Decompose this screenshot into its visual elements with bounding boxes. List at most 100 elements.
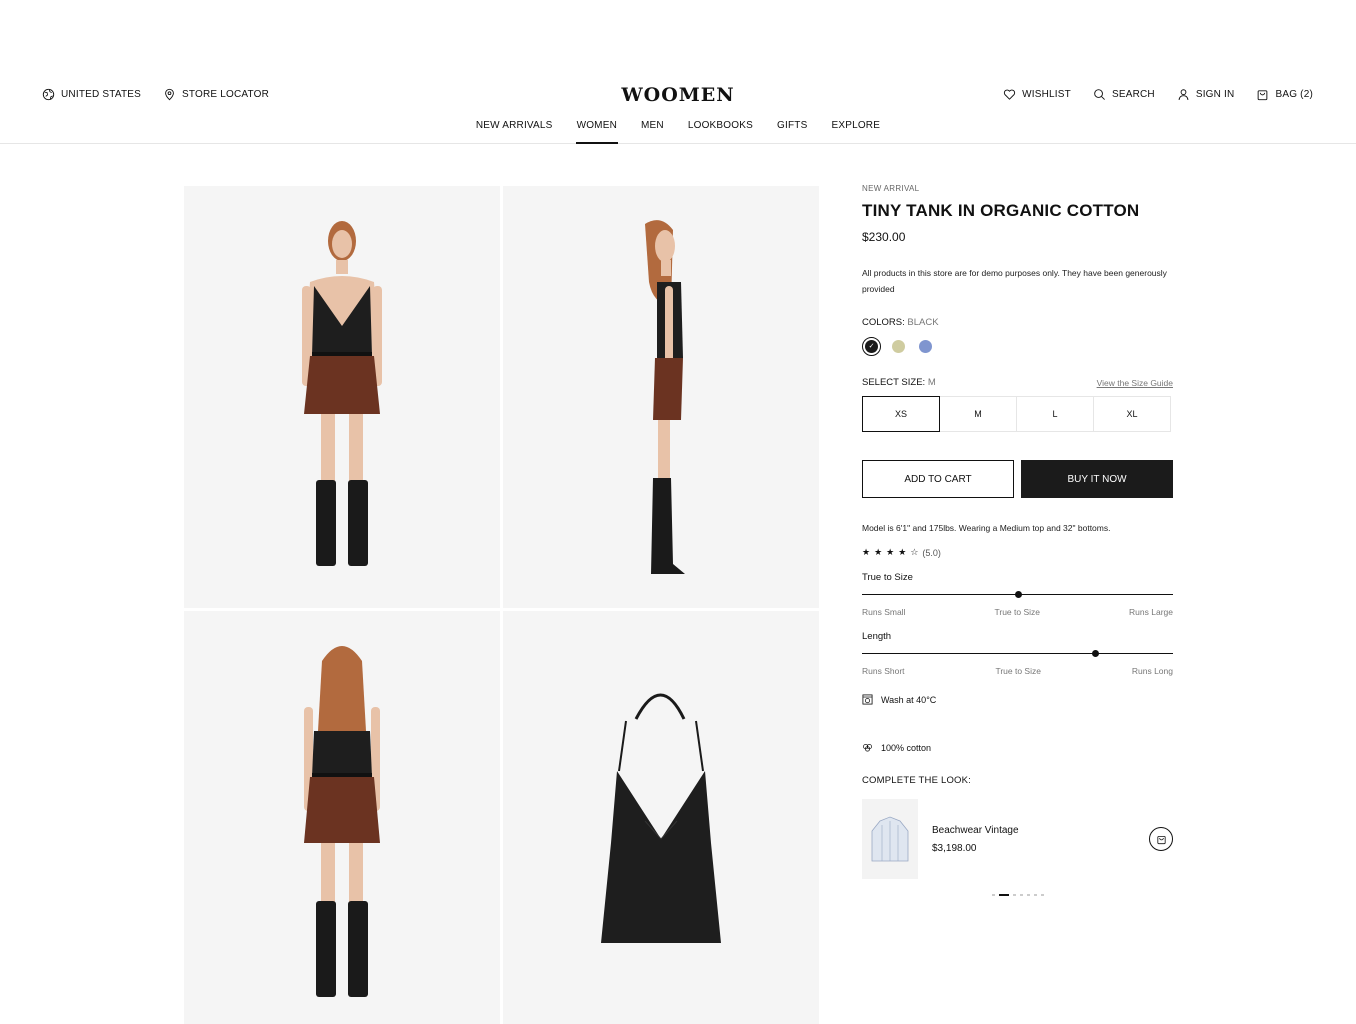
wishlist-label: WISHLIST — [1022, 89, 1071, 100]
size-label: SELECT SIZE: M — [862, 377, 936, 388]
swatch-blue[interactable] — [916, 337, 935, 356]
size-guide-link[interactable]: View the Size Guide — [1097, 378, 1173, 388]
swatch-black-fill: ✓ — [865, 340, 878, 353]
wishlist-link[interactable]: WISHLIST — [1003, 88, 1071, 101]
model-side-illustration — [645, 220, 685, 574]
product-info: NEW ARRIVAL TINY TANK IN ORGANIC COTTON … — [862, 184, 1173, 896]
nav-men[interactable]: MEN — [640, 120, 665, 144]
fit-tick: True to Size — [994, 607, 1041, 617]
add-look-to-bag-button[interactable] — [1149, 827, 1173, 851]
model-front-illustration — [302, 221, 382, 566]
size-option-xs[interactable]: XS — [862, 396, 940, 432]
care-text: Wash at 40°C — [881, 694, 937, 705]
nav-explore[interactable]: EXPLORE — [830, 120, 881, 144]
size-selector: XS M L XL — [862, 396, 1173, 432]
fit-tick: Runs Large — [1129, 607, 1173, 617]
add-to-cart-button[interactable]: ADD TO CART — [862, 460, 1014, 498]
rating[interactable]: ★ ★ ★ ★ ☆ (5.0) — [862, 547, 1173, 558]
fit-size-ticks: Runs Small True to Size Runs Large — [862, 607, 1173, 617]
carousel-dot[interactable] — [1012, 894, 1016, 896]
size-label-text: SELECT SIZE: — [862, 377, 928, 388]
size-option-xl[interactable]: XL — [1093, 396, 1171, 432]
fit-size-marker — [1014, 591, 1022, 598]
star-filled-icon: ★ — [874, 547, 883, 557]
product-price: $230.00 — [862, 230, 906, 244]
product-image-flat[interactable] — [503, 611, 819, 1024]
look-item-image[interactable] — [862, 799, 918, 879]
demo-note: All products in this store are for demo … — [862, 268, 1167, 294]
heart-icon — [1004, 89, 1016, 100]
bag-link[interactable]: BAG (2) — [1256, 88, 1313, 101]
fit-tick: Runs Small — [862, 607, 906, 617]
size-option-l[interactable]: L — [1016, 396, 1094, 432]
material-text: 100% cotton — [881, 742, 932, 753]
tank-top-flat-illustration — [601, 693, 721, 943]
carousel-dot[interactable] — [1040, 894, 1044, 896]
header-right: WISHLIST SEARCH SIGN IN BAG (2) — [1003, 88, 1313, 101]
colors-label-text: COLORS: — [862, 317, 908, 328]
star-filled-icon: ★ — [862, 547, 871, 557]
new-arrival-tag: NEW ARRIVAL — [862, 184, 920, 193]
swatch-blue-fill — [919, 340, 932, 353]
carousel-dot[interactable] — [991, 894, 995, 896]
star-filled-icon: ★ — [886, 547, 895, 557]
carousel-dot[interactable] — [998, 894, 1009, 896]
size-header: SELECT SIZE: M View the Size Guide — [862, 377, 1173, 388]
shopping-bag-icon — [1156, 835, 1166, 844]
nav-lookbooks[interactable]: LOOKBOOKS — [687, 120, 754, 144]
search-label: SEARCH — [1111, 89, 1155, 100]
carousel-dot[interactable] — [1026, 894, 1030, 896]
size-option-m[interactable]: M — [939, 396, 1017, 432]
carousel-dot[interactable] — [1033, 894, 1037, 896]
user-icon — [1178, 89, 1189, 100]
washing-machine-icon — [862, 694, 873, 705]
fit-length-label: Length — [862, 631, 892, 642]
complete-look-item[interactable]: Beachwear Vintage $3,198.00 — [862, 799, 1173, 879]
model-info: Model is 6'1" and 175lbs. Wearing a Medi… — [862, 523, 1111, 533]
check-icon: ✓ — [868, 343, 875, 350]
shopping-bag-icon — [1258, 90, 1268, 101]
fit-tick: Runs Short — [862, 666, 905, 676]
site-header: UNITED STATES STORE LOCATOR WOOMEN WISHL… — [0, 0, 1356, 144]
product-title: TINY TANK IN ORGANIC COTTON — [862, 201, 1140, 220]
search-icon — [1094, 89, 1105, 100]
nav-gifts[interactable]: GIFTS — [776, 120, 808, 144]
rating-value: (5.0) — [922, 547, 941, 558]
buy-now-button[interactable]: BUY IT NOW — [1021, 460, 1173, 498]
swatch-black[interactable]: ✓ — [862, 337, 881, 356]
look-item-price: $3,198.00 — [932, 842, 977, 854]
size-value: M — [927, 377, 936, 388]
fit-size-label: True to Size — [862, 572, 913, 583]
color-swatches: ✓ — [862, 337, 1173, 356]
product-image-front[interactable] — [184, 186, 500, 608]
purchase-buttons: ADD TO CART BUY IT NOW — [862, 460, 1173, 498]
nav-new-arrivals[interactable]: NEW ARRIVALS — [475, 120, 554, 144]
main-nav: NEW ARRIVALS WOMEN MEN LOOKBOOKS GIFTS E… — [0, 120, 1356, 144]
swatch-khaki-fill — [892, 340, 905, 353]
fit-length-ticks: Runs Short True to Size Runs Long — [862, 666, 1173, 676]
fit-size-scale — [862, 591, 1173, 598]
shirt-illustration — [871, 816, 909, 862]
product-gallery — [184, 186, 820, 1024]
fit-tick: Runs Long — [1131, 666, 1173, 676]
product-image-back[interactable] — [184, 611, 500, 1024]
look-carousel-pagination — [862, 894, 1173, 896]
cotton-icon — [863, 744, 872, 752]
color-value: BLACK — [907, 317, 939, 328]
material-info: 100% cotton — [862, 742, 1173, 753]
fit-tick: True to Size — [995, 666, 1041, 676]
nav-women[interactable]: WOMEN — [575, 120, 619, 144]
sign-in-link[interactable]: SIGN IN — [1177, 88, 1235, 101]
care-info: Wash at 40°C — [862, 694, 1173, 705]
search-link[interactable]: SEARCH — [1093, 88, 1155, 101]
star-empty-icon: ☆ — [910, 547, 919, 557]
swatch-khaki[interactable] — [889, 337, 908, 356]
look-item-name: Beachwear Vintage — [932, 824, 1019, 836]
carousel-dot[interactable] — [1019, 894, 1023, 896]
complete-look-title: COMPLETE THE LOOK: — [862, 775, 972, 786]
star-filled-icon: ★ — [898, 547, 907, 557]
colors-label: COLORS: BLACK — [862, 317, 1173, 328]
sign-in-label: SIGN IN — [1195, 89, 1235, 100]
product-image-side[interactable] — [503, 186, 819, 608]
model-back-illustration — [304, 646, 380, 997]
